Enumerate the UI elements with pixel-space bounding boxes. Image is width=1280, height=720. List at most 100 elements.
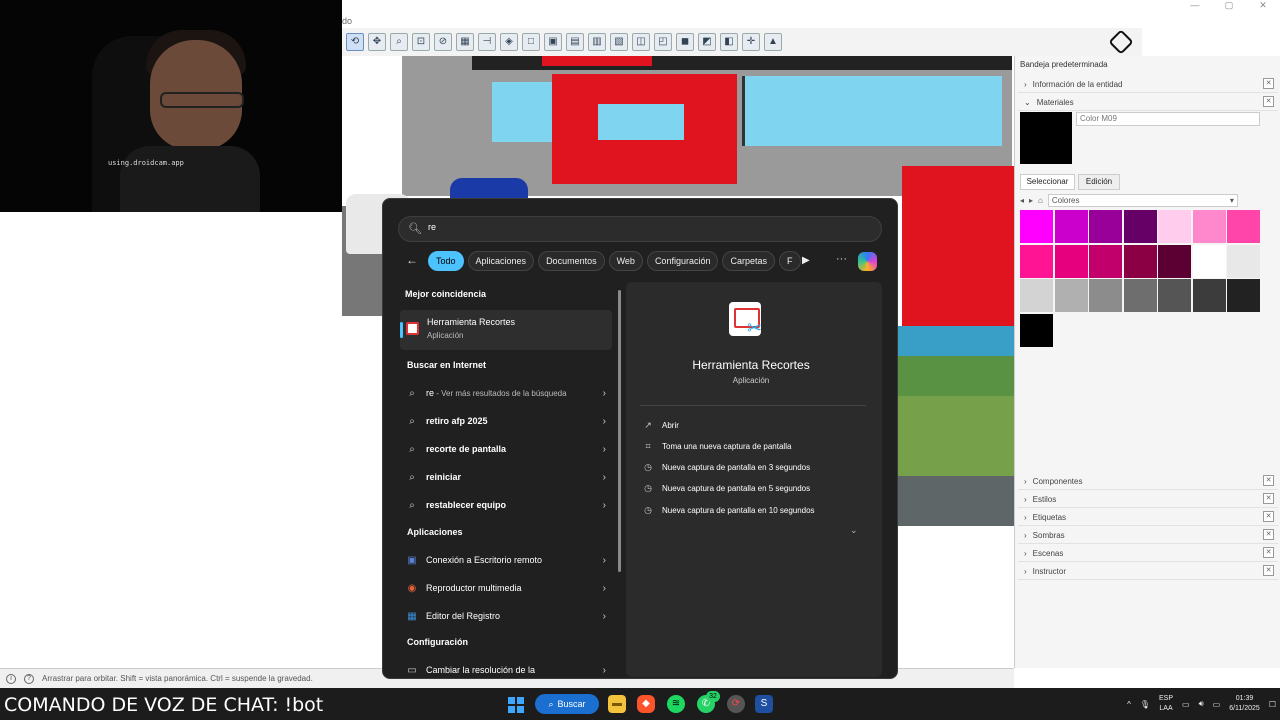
material-name-field[interactable]: Color M09 bbox=[1076, 112, 1260, 126]
tray-section[interactable]: › Sombras ✕ bbox=[1018, 527, 1278, 544]
filter-pill[interactable]: Configuración bbox=[646, 251, 719, 271]
network-icon[interactable]: ▭ bbox=[1182, 700, 1190, 709]
forward-icon[interactable]: ▸ bbox=[1029, 196, 1033, 205]
help-icon[interactable]: ? bbox=[24, 673, 34, 684]
color-swatch[interactable] bbox=[1123, 279, 1157, 312]
preview-action[interactable]: ↗ Abrir bbox=[642, 416, 862, 434]
color-swatch[interactable] bbox=[1227, 279, 1260, 312]
tray-section[interactable]: › Componentes ✕ bbox=[1018, 473, 1278, 490]
filter-pill[interactable]: F bbox=[779, 251, 801, 271]
color-swatch[interactable] bbox=[1192, 210, 1226, 243]
color-swatch[interactable] bbox=[1158, 210, 1191, 243]
collection-select[interactable]: Colores bbox=[1047, 193, 1238, 207]
volume-icon[interactable]: 🔊︎ bbox=[1199, 699, 1204, 709]
wireframe-icon[interactable]: ◰ bbox=[654, 33, 672, 51]
microphone-icon[interactable]: 🎙︎ bbox=[1140, 700, 1150, 709]
file-explorer-icon[interactable]: ▬ bbox=[608, 695, 626, 713]
color-swatch[interactable] bbox=[1054, 210, 1088, 243]
preview-action[interactable]: ◷ Nueva captura de pantalla en 3 segundos bbox=[642, 459, 862, 477]
color-swatch[interactable] bbox=[1192, 279, 1226, 312]
search-input[interactable] bbox=[428, 222, 728, 232]
close-button[interactable]: ✕ bbox=[1246, 0, 1280, 14]
tray-section[interactable]: › Estilos ✕ bbox=[1018, 491, 1278, 508]
filter-pill[interactable]: Documentos bbox=[538, 251, 605, 271]
color-swatch[interactable] bbox=[1192, 244, 1226, 278]
close-icon[interactable]: ✕ bbox=[1263, 565, 1274, 576]
color-swatch[interactable] bbox=[1089, 210, 1122, 243]
close-icon[interactable]: ✕ bbox=[1263, 78, 1274, 89]
tape-icon[interactable]: ⊣ bbox=[478, 33, 496, 51]
close-icon[interactable]: ✕ bbox=[1263, 96, 1274, 107]
home-icon[interactable]: ⌂ bbox=[1038, 196, 1043, 205]
close-icon[interactable]: ✕ bbox=[1263, 529, 1274, 540]
color-swatch[interactable] bbox=[1123, 210, 1157, 243]
windows-start-icon[interactable] bbox=[508, 697, 524, 713]
tray-section-entity-info[interactable]: › Información de la entidad ✕ bbox=[1018, 76, 1278, 93]
close-icon[interactable]: ✕ bbox=[1263, 475, 1274, 486]
mono-icon[interactable]: ◧ bbox=[720, 33, 738, 51]
app-result[interactable]: ◉ Reproductor multimedia › bbox=[406, 576, 606, 600]
color-swatch[interactable] bbox=[1020, 279, 1053, 312]
back-icon[interactable]: ◂ bbox=[1020, 196, 1024, 205]
preview-action[interactable]: ◷ Nueva captura de pantalla en 10 segundo… bbox=[642, 501, 862, 519]
best-match-item[interactable]: Herramienta Recortes Aplicación bbox=[400, 310, 612, 350]
clock[interactable]: 01:39 6/11/2025 bbox=[1229, 694, 1260, 714]
tray-section[interactable]: › Instructor ✕ bbox=[1018, 563, 1278, 580]
preview-action[interactable]: ⌗ Toma una nueva captura de pantalla bbox=[642, 437, 862, 455]
brave-browser-icon[interactable]: ◆ bbox=[637, 695, 655, 713]
color-swatch[interactable] bbox=[1227, 244, 1260, 278]
close-icon[interactable]: ✕ bbox=[1263, 493, 1274, 504]
color-swatch[interactable] bbox=[1089, 279, 1122, 312]
color-swatch[interactable] bbox=[1054, 279, 1088, 312]
internet-suggestion[interactable]: ⌕ retiro afp 2025 › bbox=[406, 409, 606, 433]
filter-pill[interactable]: Aplicaciones bbox=[467, 251, 535, 271]
color-swatch[interactable] bbox=[1054, 244, 1088, 278]
internet-suggestion[interactable]: ⌕ restablecer equipo › bbox=[406, 493, 606, 517]
axes-icon[interactable]: ✛ bbox=[742, 33, 760, 51]
tray-section[interactable]: › Escenas ✕ bbox=[1018, 545, 1278, 562]
view-front-icon[interactable]: ▣ bbox=[544, 33, 562, 51]
copilot-icon[interactable] bbox=[858, 252, 877, 271]
tray-section-materials[interactable]: ⌄ Materiales ✕ bbox=[1018, 94, 1278, 111]
view-iso-icon[interactable]: ◈ bbox=[500, 33, 518, 51]
section-icon[interactable]: ⊘ bbox=[434, 33, 452, 51]
filter-pill[interactable]: Carpetas bbox=[722, 251, 776, 271]
internet-suggestion[interactable]: ⌕ reiniciar › bbox=[406, 465, 606, 489]
more-options-icon[interactable]: ··· bbox=[836, 253, 847, 265]
color-swatch[interactable] bbox=[1158, 244, 1191, 278]
sketchup-taskbar-icon[interactable]: S bbox=[755, 695, 773, 713]
internet-suggestion[interactable]: ⌕ recorte de pantalla › bbox=[406, 437, 606, 461]
minimize-button[interactable]: — bbox=[1178, 0, 1212, 14]
chevron-up-icon[interactable]: ^ bbox=[1127, 700, 1131, 709]
zoom-icon[interactable]: ⌕ bbox=[390, 33, 408, 51]
orbit-icon[interactable]: ⟲ bbox=[346, 33, 364, 51]
view-back-icon[interactable]: ▥ bbox=[588, 33, 606, 51]
current-material-swatch[interactable] bbox=[1020, 112, 1072, 164]
settings-item[interactable]: ▭ Cambiar la resolución de la › bbox=[406, 662, 606, 678]
notifications-icon[interactable]: ☐ bbox=[1269, 700, 1276, 709]
scroll-filters-icon[interactable]: ▶ bbox=[802, 255, 810, 266]
language-indicator[interactable]: ESP LAA bbox=[1159, 694, 1173, 714]
maximize-button[interactable]: ▢ bbox=[1212, 0, 1246, 14]
preview-action[interactable]: ◷ Nueva captura de pantalla en 5 segundos bbox=[642, 480, 862, 498]
tab-edit[interactable]: Edición bbox=[1078, 174, 1120, 190]
back-arrow-icon[interactable]: ← bbox=[406, 253, 418, 267]
app-result[interactable]: ▦ Editor del Registro › bbox=[406, 604, 606, 628]
color-swatch[interactable] bbox=[1020, 210, 1053, 243]
filter-pill[interactable]: Todo bbox=[428, 251, 464, 271]
tab-select[interactable]: Seleccionar bbox=[1020, 174, 1075, 190]
view-right-icon[interactable]: ▤ bbox=[566, 33, 584, 51]
filter-pill[interactable]: Web bbox=[608, 251, 643, 271]
pan-icon[interactable]: ✥ bbox=[368, 33, 386, 51]
view-left-icon[interactable]: ▧ bbox=[610, 33, 628, 51]
color-swatch[interactable] bbox=[1089, 244, 1122, 278]
results-scrollbar[interactable] bbox=[618, 290, 621, 572]
xray-icon[interactable]: ◫ bbox=[632, 33, 650, 51]
textured-icon[interactable]: ◩ bbox=[698, 33, 716, 51]
chevron-down-icon[interactable]: ⌄ bbox=[850, 525, 858, 536]
tray-section[interactable]: › Etiquetas ✕ bbox=[1018, 509, 1278, 526]
app-result[interactable]: ▣ Conexión a Escritorio remoto › bbox=[406, 548, 606, 572]
view-top-icon[interactable]: □ bbox=[522, 33, 540, 51]
shaded-icon[interactable]: ◼ bbox=[676, 33, 694, 51]
zoom-extents-icon[interactable]: ⊡ bbox=[412, 33, 430, 51]
